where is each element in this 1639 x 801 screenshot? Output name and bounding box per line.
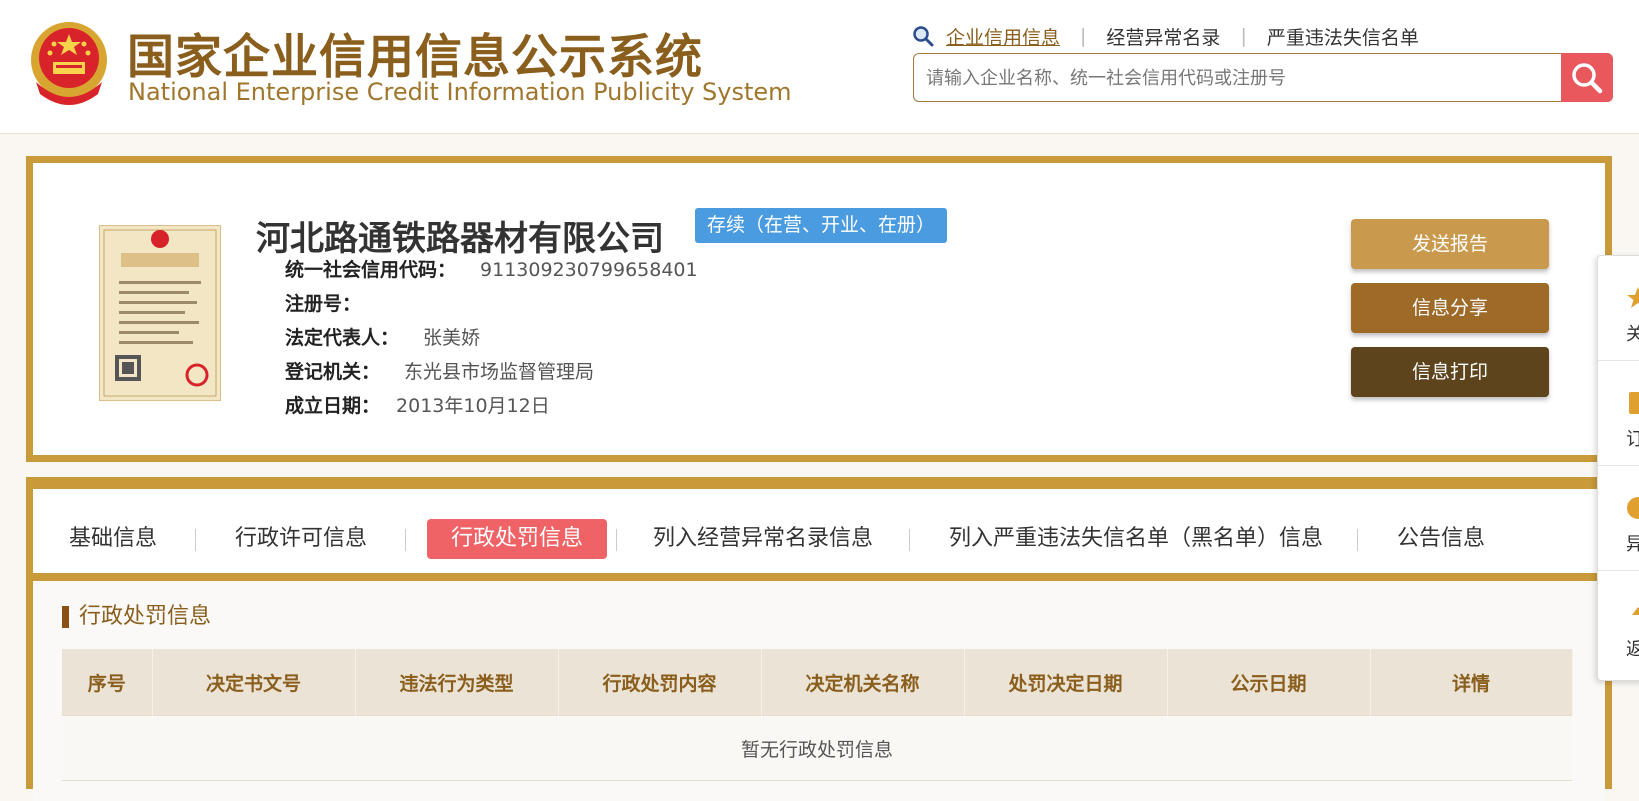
- search-icon: [913, 26, 934, 47]
- side-item-follow[interactable]: 关: [1598, 256, 1639, 361]
- founded-value: 2013年10月12日: [396, 395, 550, 417]
- table-header-row: 序号 决定书文号 违法行为类型 行政处罚内容 决定机关名称 处罚决定日期 公示日…: [62, 649, 1573, 716]
- authority-value: 东光县市场监督管理局: [404, 361, 595, 383]
- nav-divider: |: [1240, 25, 1247, 47]
- site-header: 国家企业信用信息公示系统 National Enterprise Credit …: [0, 0, 1639, 134]
- empty-state-text: 暂无行政处罚信息: [62, 715, 1572, 781]
- company-name: 河北路通铁路器材有限公司: [256, 219, 664, 259]
- column-header: 处罚决定日期: [964, 649, 1168, 716]
- side-item-subscribe[interactable]: 订: [1598, 361, 1639, 466]
- side-item-label: 返: [1626, 635, 1639, 661]
- side-toolbar: 关 订 异 返: [1597, 255, 1639, 681]
- search-bar: [913, 53, 1613, 103]
- tab-blacklist[interactable]: 列入严重违法失信名单（黑名单）信息: [949, 519, 1323, 559]
- tab-divider: [405, 529, 406, 551]
- top-nav: 企业信用信息 | 经营异常名录 | 严重违法失信名单: [912, 22, 1419, 50]
- arrow-up-icon: [1632, 607, 1639, 615]
- founded-row: 成立日期： 2013年10月12日: [285, 391, 550, 418]
- legal-rep-value: 张美娇: [423, 327, 481, 349]
- site-subtitle: National Enterprise Credit Information P…: [128, 78, 792, 106]
- tab-abnormal-list[interactable]: 列入经营异常名录信息: [653, 519, 873, 559]
- credit-code-value: 911309230799658401: [480, 259, 698, 281]
- column-header: 公示日期: [1167, 649, 1371, 716]
- penalty-section: 行政处罚信息 序号 决定书文号 违法行为类型 行政处罚内容 决定机关名称 处罚决…: [33, 581, 1605, 801]
- search-input[interactable]: [924, 54, 1538, 103]
- tab-basic-info[interactable]: 基础信息: [69, 519, 157, 559]
- nav-link-blacklist[interactable]: 严重违法失信名单: [1267, 23, 1419, 50]
- column-header: 行政处罚内容: [558, 649, 762, 716]
- document-icon: [1629, 392, 1639, 414]
- side-item-label: 异: [1626, 530, 1639, 556]
- feedback-icon: [1627, 497, 1639, 519]
- share-button[interactable]: 信息分享: [1351, 283, 1549, 333]
- company-card: 河北路通铁路器材有限公司 存续（在营、开业、在册） 统一社会信用代码： 91130…: [26, 156, 1612, 462]
- detail-panel: 基础信息 行政许可信息 行政处罚信息 列入经营异常名录信息 列入严重违法失信名单…: [26, 477, 1612, 801]
- search-button[interactable]: [1561, 53, 1613, 102]
- column-header: 序号: [62, 649, 153, 716]
- authority-label: 登记机关：: [285, 361, 381, 383]
- national-emblem-icon: [31, 22, 107, 105]
- print-button[interactable]: 信息打印: [1351, 347, 1549, 397]
- column-header: 决定书文号: [152, 649, 356, 716]
- credit-code-label: 统一社会信用代码：: [285, 259, 457, 281]
- legal-rep-row: 法定代表人： 张美娇: [285, 323, 480, 350]
- side-item-label: 订: [1626, 425, 1639, 451]
- tab-admin-penalty[interactable]: 行政处罚信息: [427, 519, 608, 559]
- status-badge: 存续（在营、开业、在册）: [695, 208, 948, 243]
- tab-divider: [1357, 529, 1358, 551]
- send-report-button[interactable]: 发送报告: [1351, 219, 1549, 269]
- tab-divider: [909, 529, 910, 551]
- tab-bar: 基础信息 行政许可信息 行政处罚信息 列入经营异常名录信息 列入严重违法失信名单…: [33, 489, 1605, 581]
- authority-row: 登记机关： 东光县市场监督管理局: [285, 357, 594, 384]
- tab-admin-license[interactable]: 行政许可信息: [235, 519, 367, 559]
- credit-code-row: 统一社会信用代码： 911309230799658401: [285, 255, 698, 282]
- penalty-table: 序号 决定书文号 违法行为类型 行政处罚内容 决定机关名称 处罚决定日期 公示日…: [62, 649, 1573, 781]
- search-icon: [1572, 62, 1603, 93]
- nav-link-credit-info[interactable]: 企业信用信息: [946, 23, 1060, 50]
- tab-announcements[interactable]: 公告信息: [1397, 519, 1485, 559]
- side-item-back-to-top[interactable]: 返: [1598, 571, 1639, 675]
- site-title: 国家企业信用信息公示系统: [127, 30, 703, 85]
- column-header: 违法行为类型: [355, 649, 559, 716]
- reg-no-label: 注册号：: [285, 293, 362, 315]
- side-item-label: 关: [1626, 320, 1639, 346]
- star-icon: [1627, 287, 1639, 308]
- nav-link-abnormal-list[interactable]: 经营异常名录: [1106, 23, 1220, 50]
- table-row: 暂无行政处罚信息: [62, 715, 1572, 781]
- column-header: 详情: [1370, 649, 1573, 716]
- founded-label: 成立日期：: [285, 395, 381, 417]
- tab-divider: [195, 529, 196, 551]
- section-title: 行政处罚信息: [62, 606, 211, 628]
- side-item-objection[interactable]: 异: [1598, 466, 1639, 571]
- business-license-icon: [99, 225, 221, 401]
- legal-rep-label: 法定代表人：: [285, 327, 400, 349]
- tab-divider: [616, 529, 617, 551]
- nav-divider: |: [1080, 25, 1087, 47]
- column-header: 决定机关名称: [761, 649, 965, 716]
- reg-no-row: 注册号：: [285, 289, 385, 316]
